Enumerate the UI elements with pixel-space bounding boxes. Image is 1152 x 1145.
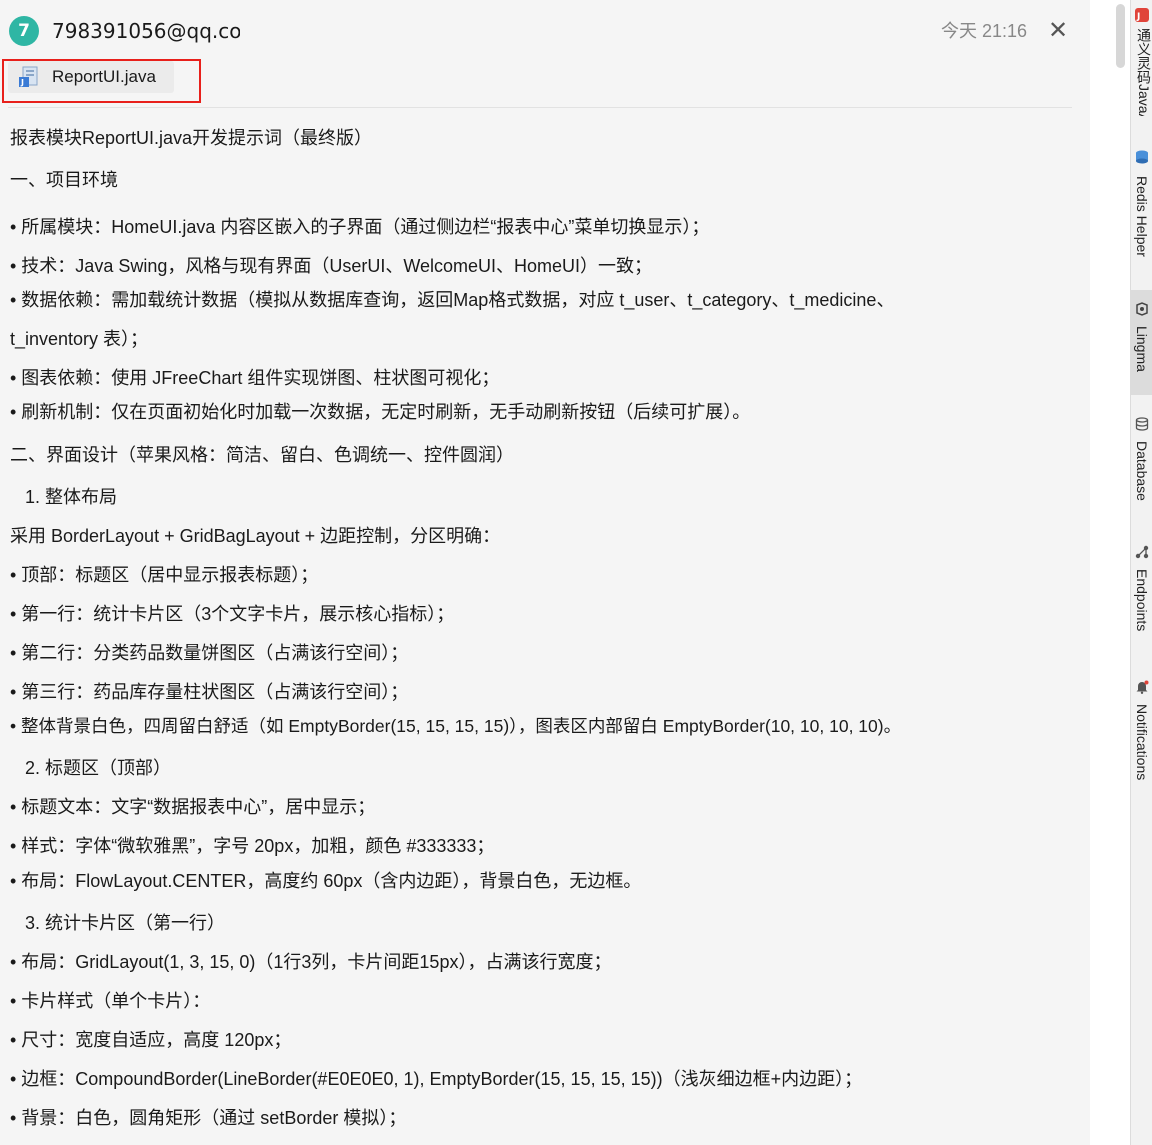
body-line: • 布局：GridLayout(1, 3, 15, 0)（1行3列，卡片间距15… xyxy=(10,952,612,972)
body-line: 一、项目环境 xyxy=(10,170,118,190)
body-line: 采用 BorderLayout + GridBagLayout + 边距控制，分… xyxy=(10,526,501,546)
body-line: • 顶部：标题区（居中显示报表标题）； xyxy=(10,565,319,585)
tool-notifications[interactable]: Notifications xyxy=(1131,670,1152,815)
message-time: 今天 21:16 xyxy=(941,21,1028,41)
sender-avatar: 7 xyxy=(9,16,39,46)
tool-lingma[interactable]: Lingma xyxy=(1131,290,1152,395)
message-header: 7 798391056@qq.com 今天 21:16 ✕ xyxy=(0,0,1090,60)
tool-label: Redis Helper xyxy=(1134,176,1150,257)
vertical-scrollbar[interactable] xyxy=(1112,0,1130,1145)
tool-label: Endpoints xyxy=(1134,569,1150,632)
message-panel: 7 798391056@qq.com 今天 21:16 ✕ J ReportUI… xyxy=(0,0,1090,1145)
body-line: 3. 统计卡片区（第一行） xyxy=(25,913,226,933)
tool-redis-helper[interactable]: Redis Helper xyxy=(1131,140,1152,280)
tool-label: 通义灵码JavaAI xyxy=(1136,28,1152,116)
sender-email[interactable]: 798391056@qq.com xyxy=(52,17,240,45)
bell-icon xyxy=(1136,680,1149,694)
tool-database[interactable]: Database xyxy=(1131,405,1152,525)
body-line: 2. 标题区（顶部） xyxy=(25,758,172,778)
endpoints-icon xyxy=(1135,545,1149,559)
body-line: t_inventory 表）； xyxy=(10,329,149,349)
body-line: • 背景：白色，圆角矩形（通过 setBorder 模拟）； xyxy=(10,1108,407,1128)
svg-text:J: J xyxy=(1136,12,1140,22)
body-line: • 第二行：分类药品数量饼图区（占满该行空间）； xyxy=(10,643,409,663)
body-line: • 技术：Java Swing，风格与现有界面（UserUI、WelcomeUI… xyxy=(10,256,653,276)
body-line: 1. 整体布局 xyxy=(25,487,118,507)
body-line: • 标题文本：文字“数据报表中心”，居中显示； xyxy=(10,797,376,817)
body-line: • 布局：FlowLayout.CENTER，高度约 60px（含内边距），背景… xyxy=(10,871,642,891)
redis-icon xyxy=(1136,150,1148,164)
body-line: • 刷新机制：仅在页面初始化时加载一次数据，无定时刷新，无手动刷新按钮（后续可扩… xyxy=(10,402,751,422)
body-line: 二、界面设计（苹果风格：简洁、留白、色调统一、控件圆润） xyxy=(10,445,514,465)
tool-label: Database xyxy=(1134,441,1150,501)
body-line: • 边框：CompoundBorder(LineBorder(#E0E0E0, … xyxy=(10,1069,863,1089)
body-line: • 图表依赖：使用 JFreeChart 组件实现饼图、柱状图可视化； xyxy=(10,368,500,388)
tool-endpoints[interactable]: Endpoints xyxy=(1131,535,1152,660)
close-button[interactable]: ✕ xyxy=(1044,16,1072,44)
tool-tongyi-lingma-java-ai[interactable]: J 通义灵码JavaAI xyxy=(1131,0,1152,120)
body-line: • 卡片样式（单个卡片）： xyxy=(10,991,211,1011)
ai-assistant-icon: J xyxy=(1135,8,1149,22)
scrollbar-thumb[interactable] xyxy=(1116,4,1125,68)
body-line: • 第一行：统计卡片区（3个文字卡片，展示核心指标）； xyxy=(10,604,455,624)
attachment-highlight-box xyxy=(2,59,201,103)
body-line: • 样式：字体“微软雅黑”，字号 20px，加粗，颜色 #333333； xyxy=(10,836,495,856)
body-line: • 所属模块：HomeUI.java 内容区嵌入的子界面（通过侧边栏“报表中心”… xyxy=(10,217,710,237)
tool-label: Lingma xyxy=(1134,326,1150,372)
body-line: 报表模块ReportUI.java开发提示词（最终版） xyxy=(10,128,373,148)
header-divider xyxy=(8,107,1072,108)
tool-label: Notifications xyxy=(1134,704,1150,781)
ide-tool-window-strip: J 通义灵码JavaAI Redis Helper Lingma Databas… xyxy=(1130,0,1152,1145)
database-icon xyxy=(1135,417,1149,431)
body-line: • 第三行：药品库存量柱状图区（占满该行空间）； xyxy=(10,682,409,702)
body-line: • 数据依赖：需加载统计数据（模拟从数据库查询，返回Map格式数据，对应 t_u… xyxy=(10,290,895,310)
body-line: • 尺寸：宽度自适应，高度 120px； xyxy=(10,1030,292,1050)
lingma-icon xyxy=(1136,302,1148,316)
body-line: • 整体背景白色，四周留白舒适（如 EmptyBorder(15, 15, 15… xyxy=(10,716,902,736)
